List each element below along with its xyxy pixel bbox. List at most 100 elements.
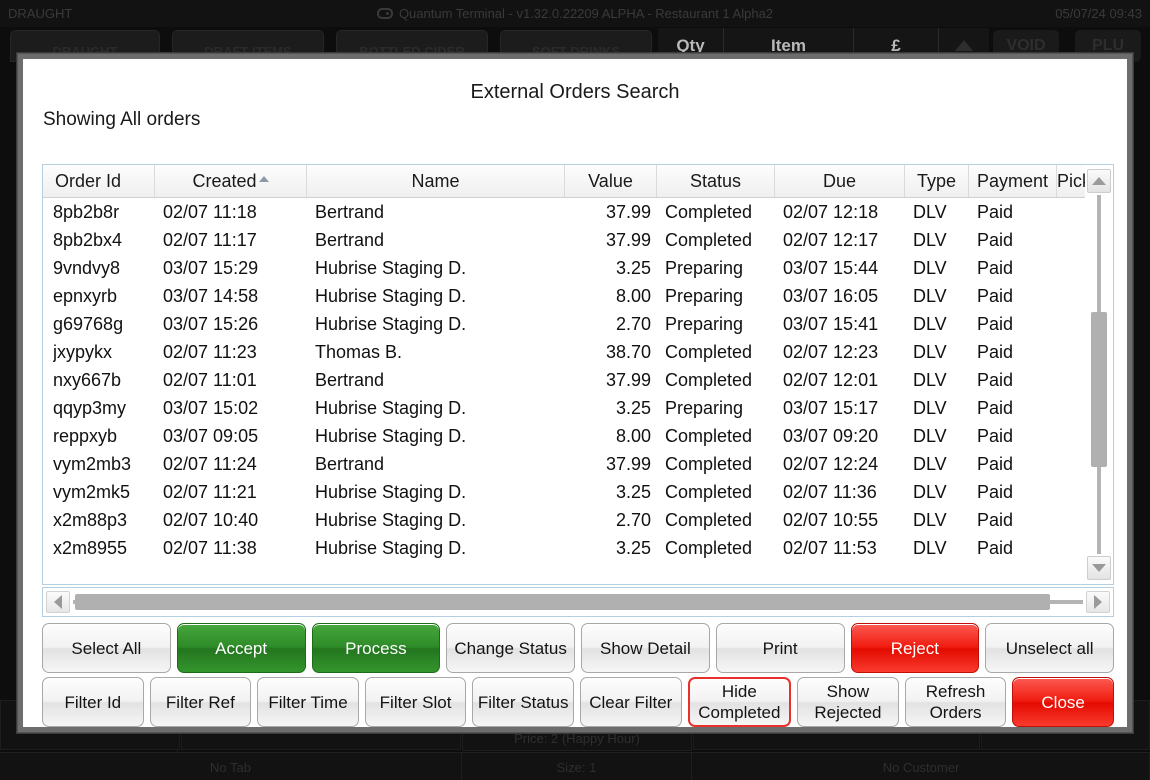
- table-row[interactable]: 8pb2b8r02/07 11:18Bertrand37.99Completed…: [43, 198, 1113, 226]
- action-button-row: Select AllAcceptProcessChange StatusShow…: [42, 623, 1114, 673]
- cell-order_id: reppxyb: [53, 422, 155, 450]
- cell-due: 02/07 12:18: [783, 198, 905, 226]
- cell-value: 3.25: [565, 394, 651, 422]
- triangle-left-icon: [54, 595, 62, 609]
- table-row[interactable]: nxy667b02/07 11:01Bertrand37.99Completed…: [43, 366, 1113, 394]
- cell-type: DLV: [913, 226, 969, 254]
- cell-payment: Paid: [977, 338, 1057, 366]
- bottom-size[interactable]: Size: 1: [462, 753, 692, 780]
- unselect-all-button[interactable]: Unselect all: [985, 623, 1114, 673]
- column-header-created[interactable]: Created: [155, 165, 307, 197]
- vertical-scroll-thumb[interactable]: [1091, 312, 1107, 467]
- screen: DRAUGHT Quantum Terminal - v1.32.0.22209…: [0, 0, 1150, 780]
- cell-value: 3.25: [565, 534, 651, 562]
- cell-payment: Paid: [977, 198, 1057, 226]
- cell-status: Completed: [665, 198, 775, 226]
- filter-id-button[interactable]: Filter Id: [42, 677, 144, 727]
- column-header-type[interactable]: Type: [905, 165, 969, 197]
- bottom-no-tab[interactable]: No Tab: [0, 753, 462, 780]
- cell-due: 03/07 15:41: [783, 310, 905, 338]
- cell-due: 03/07 16:05: [783, 282, 905, 310]
- change-status-button[interactable]: Change Status: [446, 623, 575, 673]
- cell-name: Hubrise Staging D.: [315, 310, 565, 338]
- cell-pickup: [1065, 254, 1087, 282]
- cell-name: Bertrand: [315, 226, 565, 254]
- cell-value: 8.00: [565, 422, 651, 450]
- close-button[interactable]: Close: [1012, 677, 1114, 727]
- column-header-value[interactable]: Value: [565, 165, 657, 197]
- table-row[interactable]: x2m88p302/07 10:40Hubrise Staging D.2.70…: [43, 506, 1113, 534]
- table-row[interactable]: vym2mb302/07 11:24Bertrand37.99Completed…: [43, 450, 1113, 478]
- cell-created: 03/07 15:02: [163, 394, 307, 422]
- pos-title-center: Quantum Terminal - v1.32.0.22209 ALPHA -…: [0, 0, 1150, 27]
- cell-pickup: [1065, 282, 1087, 310]
- cell-due: 03/07 09:20: [783, 422, 905, 450]
- cell-value: 38.70: [565, 338, 651, 366]
- horizontal-scroll-thumb[interactable]: [75, 594, 1050, 610]
- cell-type: DLV: [913, 534, 969, 562]
- cell-payment: Paid: [977, 310, 1057, 338]
- column-header-order-id[interactable]: Order Id: [45, 165, 155, 197]
- column-header-pickup[interactable]: Pickup: [1057, 165, 1087, 197]
- cell-due: 02/07 12:24: [783, 450, 905, 478]
- table-row[interactable]: epnxyrb03/07 14:58Hubrise Staging D.8.00…: [43, 282, 1113, 310]
- orders-grid-header: Order IdCreatedNameValueStatusDueTypePay…: [43, 165, 1113, 198]
- cell-type: DLV: [913, 506, 969, 534]
- cell-value: 8.00: [565, 282, 651, 310]
- hide-completed-button[interactable]: Hide Completed: [688, 677, 792, 727]
- filter-status-button[interactable]: Filter Status: [472, 677, 574, 727]
- cell-status: Completed: [665, 226, 775, 254]
- cell-payment: Paid: [977, 478, 1057, 506]
- reject-button[interactable]: Reject: [851, 623, 980, 673]
- column-header-status[interactable]: Status: [657, 165, 775, 197]
- show-detail-button[interactable]: Show Detail: [581, 623, 710, 673]
- column-header-name[interactable]: Name: [307, 165, 565, 197]
- cell-order_id: x2m8955: [53, 534, 155, 562]
- cell-pickup: [1065, 338, 1087, 366]
- clear-filter-button[interactable]: Clear Filter: [580, 677, 682, 727]
- filter-ref-button[interactable]: Filter Ref: [150, 677, 252, 727]
- cell-due: 02/07 11:36: [783, 478, 905, 506]
- show-rejected-button[interactable]: Show Rejected: [797, 677, 899, 727]
- pos-title-text: Quantum Terminal - v1.32.0.22209 ALPHA -…: [399, 0, 773, 27]
- cell-pickup: [1065, 366, 1087, 394]
- cell-created: 03/07 14:58: [163, 282, 307, 310]
- filter-slot-button[interactable]: Filter Slot: [365, 677, 467, 727]
- refresh-orders-button[interactable]: Refresh Orders: [905, 677, 1007, 727]
- scroll-right-button[interactable]: [1086, 591, 1110, 613]
- cell-status: Completed: [665, 478, 775, 506]
- table-row[interactable]: 9vndvy803/07 15:29Hubrise Staging D.3.25…: [43, 254, 1113, 282]
- print-button[interactable]: Print: [716, 623, 845, 673]
- column-header-due[interactable]: Due: [775, 165, 905, 197]
- column-header-payment[interactable]: Payment: [969, 165, 1057, 197]
- vertical-scrollbar[interactable]: [1085, 165, 1113, 584]
- table-row[interactable]: x2m895502/07 11:38Hubrise Staging D.3.25…: [43, 534, 1113, 562]
- accept-button[interactable]: Accept: [177, 623, 306, 673]
- cell-value: 3.25: [565, 478, 651, 506]
- scroll-up-button[interactable]: [1087, 169, 1111, 193]
- table-row[interactable]: vym2mk502/07 11:21Hubrise Staging D.3.25…: [43, 478, 1113, 506]
- cell-order_id: 9vndvy8: [53, 254, 155, 282]
- bottom-no-customer[interactable]: No Customer: [693, 753, 1150, 780]
- cell-name: Bertrand: [315, 366, 565, 394]
- cell-type: DLV: [913, 450, 969, 478]
- scroll-left-button[interactable]: [46, 591, 70, 613]
- table-row[interactable]: qqyp3my03/07 15:02Hubrise Staging D.3.25…: [43, 394, 1113, 422]
- cell-due: 02/07 12:23: [783, 338, 905, 366]
- process-button[interactable]: Process: [312, 623, 441, 673]
- cell-value: 37.99: [565, 226, 651, 254]
- cell-status: Completed: [665, 450, 775, 478]
- cell-value: 2.70: [565, 310, 651, 338]
- filter-time-button[interactable]: Filter Time: [257, 677, 359, 727]
- select-all-button[interactable]: Select All: [42, 623, 171, 673]
- table-row[interactable]: g69768g03/07 15:26Hubrise Staging D.2.70…: [43, 310, 1113, 338]
- horizontal-scrollbar[interactable]: [42, 587, 1114, 617]
- scroll-down-button[interactable]: [1087, 556, 1111, 580]
- sort-ascending-icon: [259, 176, 269, 182]
- table-row[interactable]: 8pb2bx402/07 11:17Bertrand37.99Completed…: [43, 226, 1113, 254]
- cell-order_id: 8pb2b8r: [53, 198, 155, 226]
- cell-status: Preparing: [665, 282, 775, 310]
- cell-status: Completed: [665, 506, 775, 534]
- table-row[interactable]: reppxyb03/07 09:05Hubrise Staging D.8.00…: [43, 422, 1113, 450]
- table-row[interactable]: jxypykx02/07 11:23Thomas B.38.70Complete…: [43, 338, 1113, 366]
